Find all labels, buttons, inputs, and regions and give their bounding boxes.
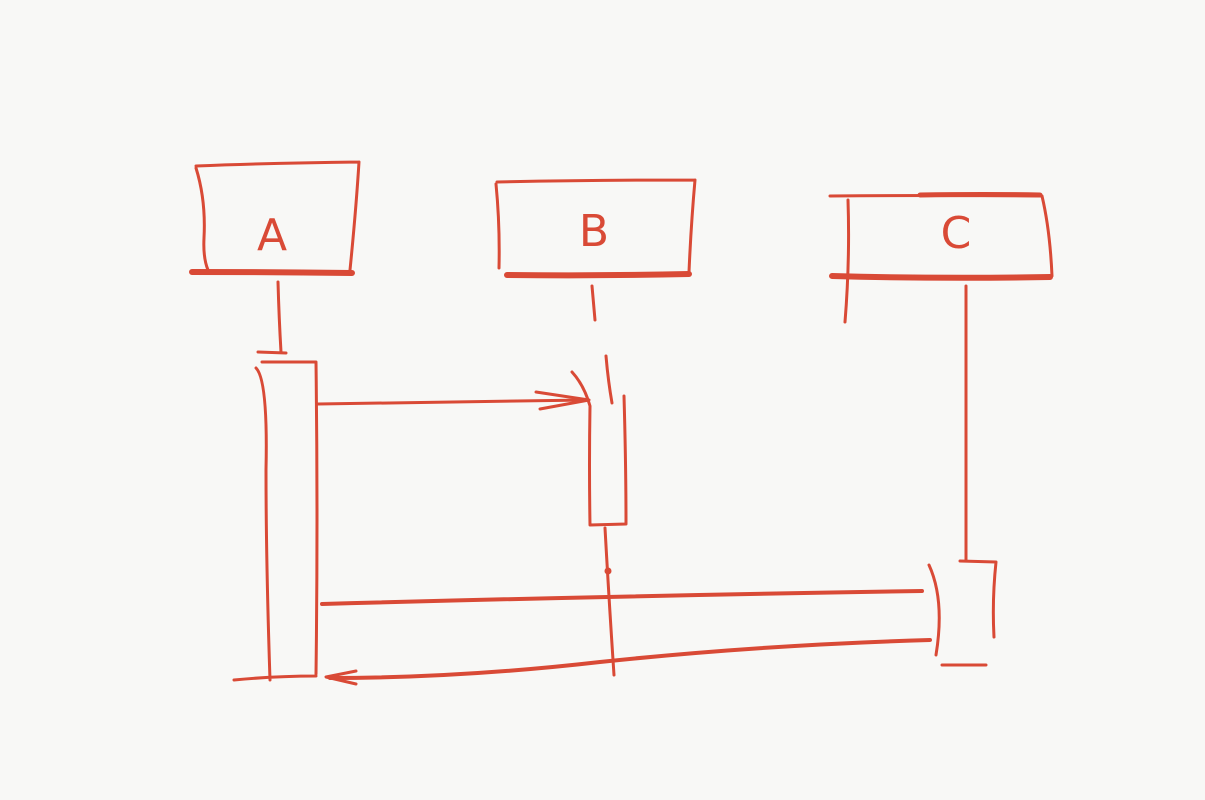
sequence-diagram: A B C: [189, 160, 1054, 686]
message-a-to-c: [320, 589, 924, 606]
message-c-to-a-line: [328, 638, 932, 680]
participant-b-box-bottom-edge: [504, 271, 692, 279]
participant-a-box-bottom-edge: [189, 269, 355, 276]
lifeline-a: [276, 280, 283, 354]
participant-a-label: A: [257, 210, 287, 261]
participant-c-box-bottom-edge: [829, 273, 1053, 281]
participant-c-box-top-edge: [917, 192, 1043, 198]
message-a-to-b: [316, 390, 591, 411]
message-a-to-c-line: [320, 589, 924, 606]
message-a-to-b-line: [316, 398, 590, 406]
activation-a: [232, 350, 319, 682]
lifeline-b-upper: [590, 284, 597, 322]
participant-c: C: [828, 192, 1054, 324]
message-c-to-a: [324, 638, 932, 686]
activation-b: [570, 354, 628, 527]
lifeline-b-lower: [603, 526, 616, 677]
participant-a: A: [189, 160, 361, 276]
activation-c: [927, 559, 998, 667]
lifeline-b-dot: [604, 567, 612, 575]
participant-b-label: B: [579, 206, 609, 257]
participant-c-label: C: [941, 208, 972, 259]
participant-b: B: [494, 178, 697, 279]
